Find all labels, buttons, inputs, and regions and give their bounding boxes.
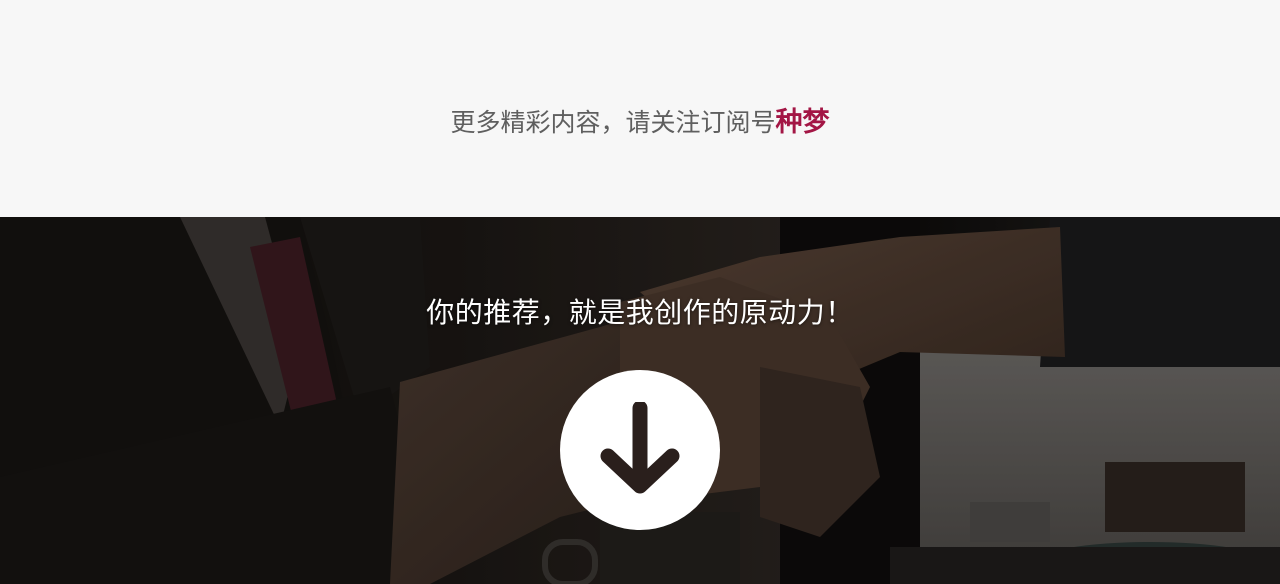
arrow-down-icon bbox=[600, 402, 680, 494]
subscribe-banner: 更多精彩内容，请关注订阅号种梦 bbox=[0, 0, 1280, 217]
subscribe-prefix: 更多精彩内容，请关注订阅号 bbox=[450, 108, 776, 137]
subscribe-text: 更多精彩内容，请关注订阅号种梦 bbox=[0, 103, 1280, 143]
download-button[interactable] bbox=[560, 370, 720, 530]
hero-section: 你的推荐，就是我创作的原动力！ bbox=[0, 217, 1280, 584]
hero-slogan: 你的推荐，就是我创作的原动力！ bbox=[426, 296, 854, 329]
account-name[interactable]: 种梦 bbox=[776, 107, 830, 138]
